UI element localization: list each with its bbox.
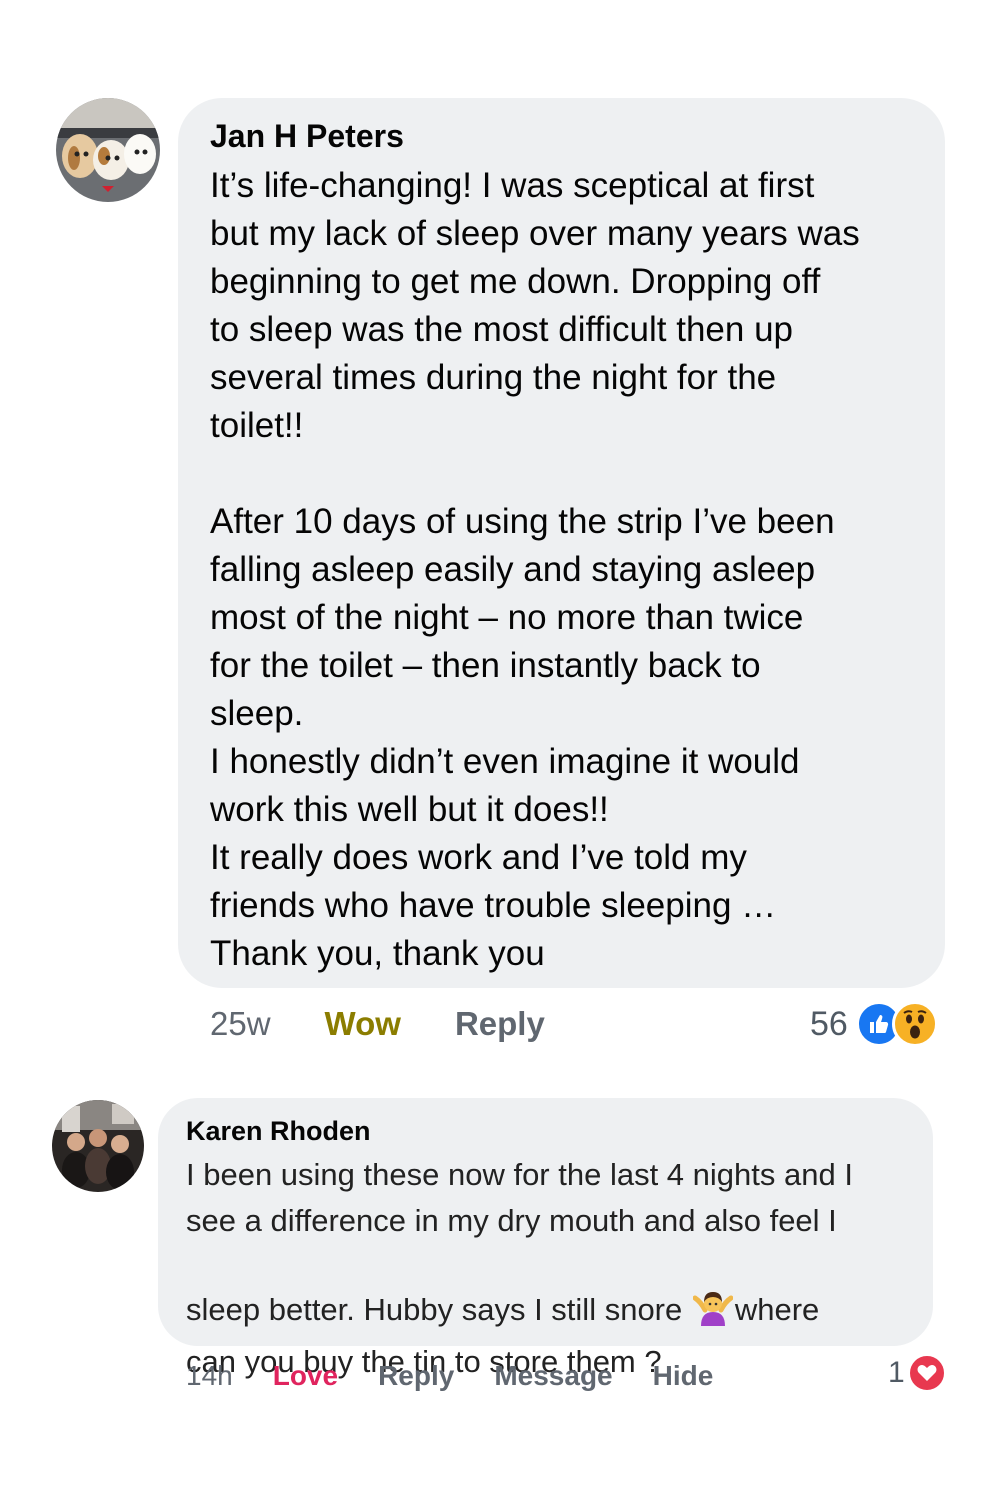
reaction-count: 1 — [888, 1356, 905, 1389]
comment-bubble: Karen Rhoden I been using these now for … — [158, 1098, 933, 1379]
love-icon — [906, 1353, 947, 1393]
dogs-avatar-icon[interactable] — [56, 98, 160, 202]
group-photo-avatar-icon[interactable] — [52, 1100, 144, 1192]
reaction-summary[interactable]: 1 — [888, 1353, 947, 1393]
reply-button[interactable]: Reply — [455, 1005, 545, 1043]
comment-text: It’s life-changing! I was sceptical at f… — [210, 166, 860, 973]
wow-icon — [891, 1001, 938, 1047]
comment-timestamp[interactable]: 14h — [186, 1360, 233, 1392]
reaction-summary[interactable]: 56 — [810, 1001, 938, 1047]
comment-text: I been using these now for the last 4 ni… — [186, 1152, 926, 1385]
comment-bubble: Jan H Peters It’s life-changing! I was s… — [178, 98, 945, 988]
reply-button[interactable]: Reply — [378, 1360, 454, 1392]
reaction-count: 56 — [810, 1004, 848, 1043]
love-reaction-button[interactable]: Love — [273, 1360, 338, 1392]
comment-actions: 25w Wow Reply — [210, 1003, 545, 1045]
comment-timestamp[interactable]: 25w — [210, 1005, 271, 1043]
comment-karen-rhoden: Karen Rhoden I been using these now for … — [0, 1080, 1000, 1420]
comment-author[interactable]: Karen Rhoden — [186, 1116, 371, 1147]
message-button[interactable]: Message — [494, 1360, 612, 1392]
comment-actions: 14h Love Reply Message Hide — [186, 1358, 713, 1394]
person-shrugging-emoji-icon — [692, 1244, 734, 1339]
hide-button[interactable]: Hide — [653, 1360, 714, 1392]
wow-reaction-button[interactable]: Wow — [325, 1005, 401, 1043]
comment-jan-h-peters: Jan H Peters It’s life-changing! I was s… — [0, 0, 1000, 1060]
comment-author[interactable]: Jan H Peters — [210, 118, 404, 155]
